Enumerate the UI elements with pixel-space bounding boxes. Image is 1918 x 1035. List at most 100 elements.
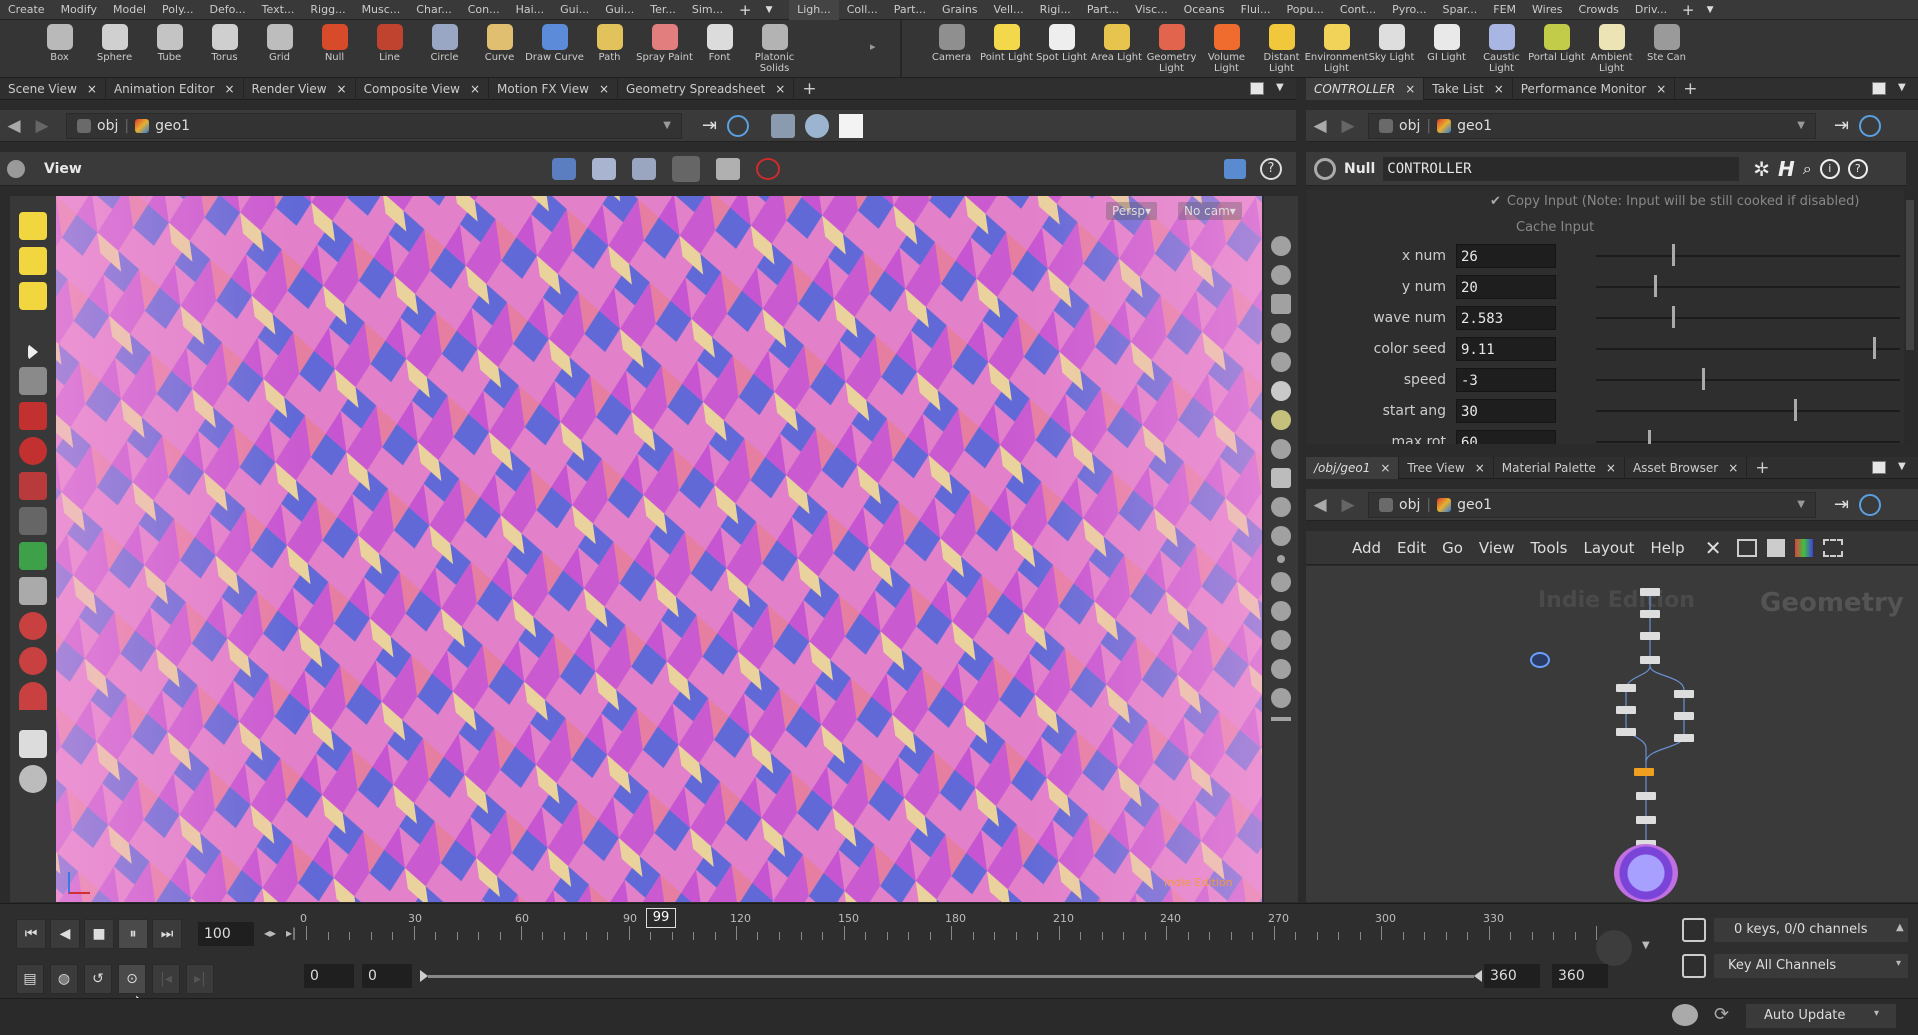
- param-slider-track[interactable]: [1596, 286, 1900, 288]
- range-end-field[interactable]: 360: [1484, 964, 1540, 988]
- network-node[interactable]: [1640, 588, 1660, 596]
- keys-expand-icon[interactable]: ▲: [1896, 922, 1904, 933]
- params-scrollbar[interactable]: [1904, 190, 1916, 444]
- loop-icon[interactable]: ↺: [84, 964, 112, 994]
- shelf-tool-sphere[interactable]: Sphere: [87, 20, 142, 78]
- key-all-dropdown-icon[interactable]: ▾: [1896, 958, 1901, 969]
- shelf-tab[interactable]: Defo...: [202, 0, 254, 20]
- range-start2-field[interactable]: 0: [362, 964, 412, 988]
- cloud-icon[interactable]: [1672, 1004, 1698, 1026]
- shelf-tab[interactable]: Text...: [254, 0, 303, 20]
- points-icon[interactable]: [1271, 526, 1291, 546]
- render-icon[interactable]: [19, 765, 47, 793]
- close-tab-icon[interactable]: ×: [1606, 457, 1616, 479]
- shelf-tool-curve[interactable]: Curve: [472, 20, 527, 78]
- tab-asset-browser[interactable]: Asset Browser ×: [1625, 456, 1748, 479]
- network-node[interactable]: [1616, 706, 1636, 714]
- shelf-tool-spray-paint[interactable]: Spray Paint: [636, 20, 693, 78]
- shelf-tab[interactable]: Flui...: [1233, 0, 1279, 20]
- network-menu-icon[interactable]: ▼: [1898, 461, 1906, 472]
- shelf-tool-environment-light[interactable]: Environment Light: [1305, 20, 1368, 78]
- param-slider-track[interactable]: [1596, 317, 1900, 319]
- path-dropdown-icon[interactable]: ▼: [663, 120, 671, 131]
- scene-viewport[interactable]: Persp▾ No cam▾ Indie Edition: [56, 196, 1262, 902]
- params-back-icon[interactable]: ◀: [1306, 112, 1334, 140]
- output-node[interactable]: [1614, 844, 1678, 902]
- range-start-field[interactable]: 0: [304, 964, 354, 988]
- prim-numbers-icon[interactable]: [1271, 659, 1291, 679]
- handle-tool-icon[interactable]: [631, 157, 656, 180]
- shelf-tab[interactable]: Cont...: [1332, 0, 1384, 20]
- next-key-icon[interactable]: ▸|: [286, 926, 296, 940]
- handle-tool-icon[interactable]: [19, 542, 47, 570]
- shelf-tool-line[interactable]: Line: [362, 20, 417, 78]
- point-snap-icon[interactable]: [19, 647, 47, 675]
- breadcrumb[interactable]: obj | geo1 ▼: [66, 112, 682, 139]
- grid-snap-icon[interactable]: [19, 577, 47, 605]
- display-layer-icon[interactable]: [1271, 236, 1291, 256]
- param-slider-handle[interactable]: [1672, 244, 1675, 266]
- range-slider-bar[interactable]: [428, 975, 1474, 978]
- lock-camera-icon[interactable]: [1271, 294, 1291, 314]
- network-menu-tools[interactable]: Tools: [1523, 539, 1576, 557]
- shelf-tab[interactable]: Pyro...: [1384, 0, 1434, 20]
- params-forward-icon[interactable]: ▶: [1334, 112, 1362, 140]
- tree-layout-icon[interactable]: [1737, 538, 1758, 557]
- display-options-icon[interactable]: [771, 113, 796, 138]
- param-slider-handle[interactable]: [1648, 430, 1651, 444]
- move-tool-icon[interactable]: [19, 402, 47, 430]
- shelf-tool-gi-light[interactable]: GI Light: [1419, 20, 1474, 78]
- visibility-icon[interactable]: [1271, 352, 1291, 372]
- headlight-icon[interactable]: [1271, 410, 1291, 430]
- shelf-tool-caustic-light[interactable]: Caustic Light: [1474, 20, 1529, 78]
- network-path-dropdown-icon[interactable]: ▼: [1797, 499, 1805, 510]
- shelf-tool-portal-light[interactable]: Portal Light: [1528, 20, 1585, 78]
- shadow-icon[interactable]: [1271, 439, 1291, 459]
- shelf-tool-geometry-light[interactable]: Geometry Light: [1144, 20, 1199, 78]
- network-link-icon[interactable]: [1859, 493, 1882, 516]
- shelf-tab[interactable]: Sim...: [684, 0, 731, 20]
- shelf-tab[interactable]: Rigi...: [1032, 0, 1079, 20]
- auto-update-dropdown-icon[interactable]: ▾: [1874, 1008, 1879, 1019]
- network-node[interactable]: [1674, 690, 1694, 698]
- play-reverse-icon[interactable]: ◀: [50, 919, 80, 949]
- ghost-icon[interactable]: [1271, 265, 1291, 285]
- key-tool-icon[interactable]: [1596, 930, 1632, 966]
- param-slider-track[interactable]: [1596, 379, 1900, 381]
- shelf-tab[interactable]: Model: [105, 0, 154, 20]
- prev-key-icon[interactable]: |◂: [152, 964, 180, 994]
- pointer-icon[interactable]: [28, 344, 38, 360]
- close-tab-icon[interactable]: ×: [775, 78, 785, 100]
- network-maximize-icon[interactable]: [1872, 461, 1886, 474]
- network-breadcrumb-obj[interactable]: obj: [1399, 497, 1420, 513]
- params-scroll-thumb[interactable]: [1906, 200, 1914, 350]
- range-right-handle[interactable]: [1474, 970, 1482, 982]
- network-menu-help[interactable]: Help: [1642, 539, 1692, 557]
- tab-motion-fx-view[interactable]: Motion FX View ×: [489, 77, 618, 100]
- shelf-tab[interactable]: Visc...: [1127, 0, 1176, 20]
- pause-icon[interactable]: ⏸: [118, 919, 148, 949]
- tab-controller[interactable]: CONTROLLER ×: [1306, 77, 1425, 100]
- copy-input-row[interactable]: ✔ Copy Input (Note: Input will be still …: [1490, 194, 1859, 209]
- params-pin-icon[interactable]: ⇥: [1834, 115, 1849, 136]
- add-tab-icon[interactable]: +: [1747, 457, 1777, 479]
- pin-icon[interactable]: ⇥: [702, 115, 717, 136]
- shelf-tab[interactable]: Driv...: [1627, 0, 1675, 20]
- camera-menu[interactable]: No cam▾: [1178, 202, 1242, 220]
- current-frame-field[interactable]: 100: [198, 922, 254, 946]
- normals-icon[interactable]: [1271, 497, 1291, 517]
- realtime-icon[interactable]: ⊙: [118, 964, 146, 994]
- shelf-tab[interactable]: Spar...: [1435, 0, 1486, 20]
- background-icon[interactable]: [839, 113, 864, 138]
- frame-cursor[interactable]: 99: [646, 908, 676, 928]
- pane-menu-icon[interactable]: ▼: [1276, 82, 1284, 93]
- controller-null-node[interactable]: [1530, 652, 1550, 668]
- params-breadcrumb[interactable]: obj | geo1 ▼: [1368, 112, 1816, 139]
- shelf-tab[interactable]: Part...: [886, 0, 934, 20]
- close-tab-icon[interactable]: ×: [1494, 78, 1504, 100]
- select-mode-icon[interactable]: [19, 212, 47, 240]
- shelf-tool-platonic-solids[interactable]: Platonic Solids: [747, 20, 802, 78]
- shelf-tab[interactable]: Vell...: [986, 0, 1032, 20]
- param-value-field[interactable]: 30: [1456, 398, 1556, 423]
- refresh-icon[interactable]: ⟳: [1714, 1004, 1729, 1025]
